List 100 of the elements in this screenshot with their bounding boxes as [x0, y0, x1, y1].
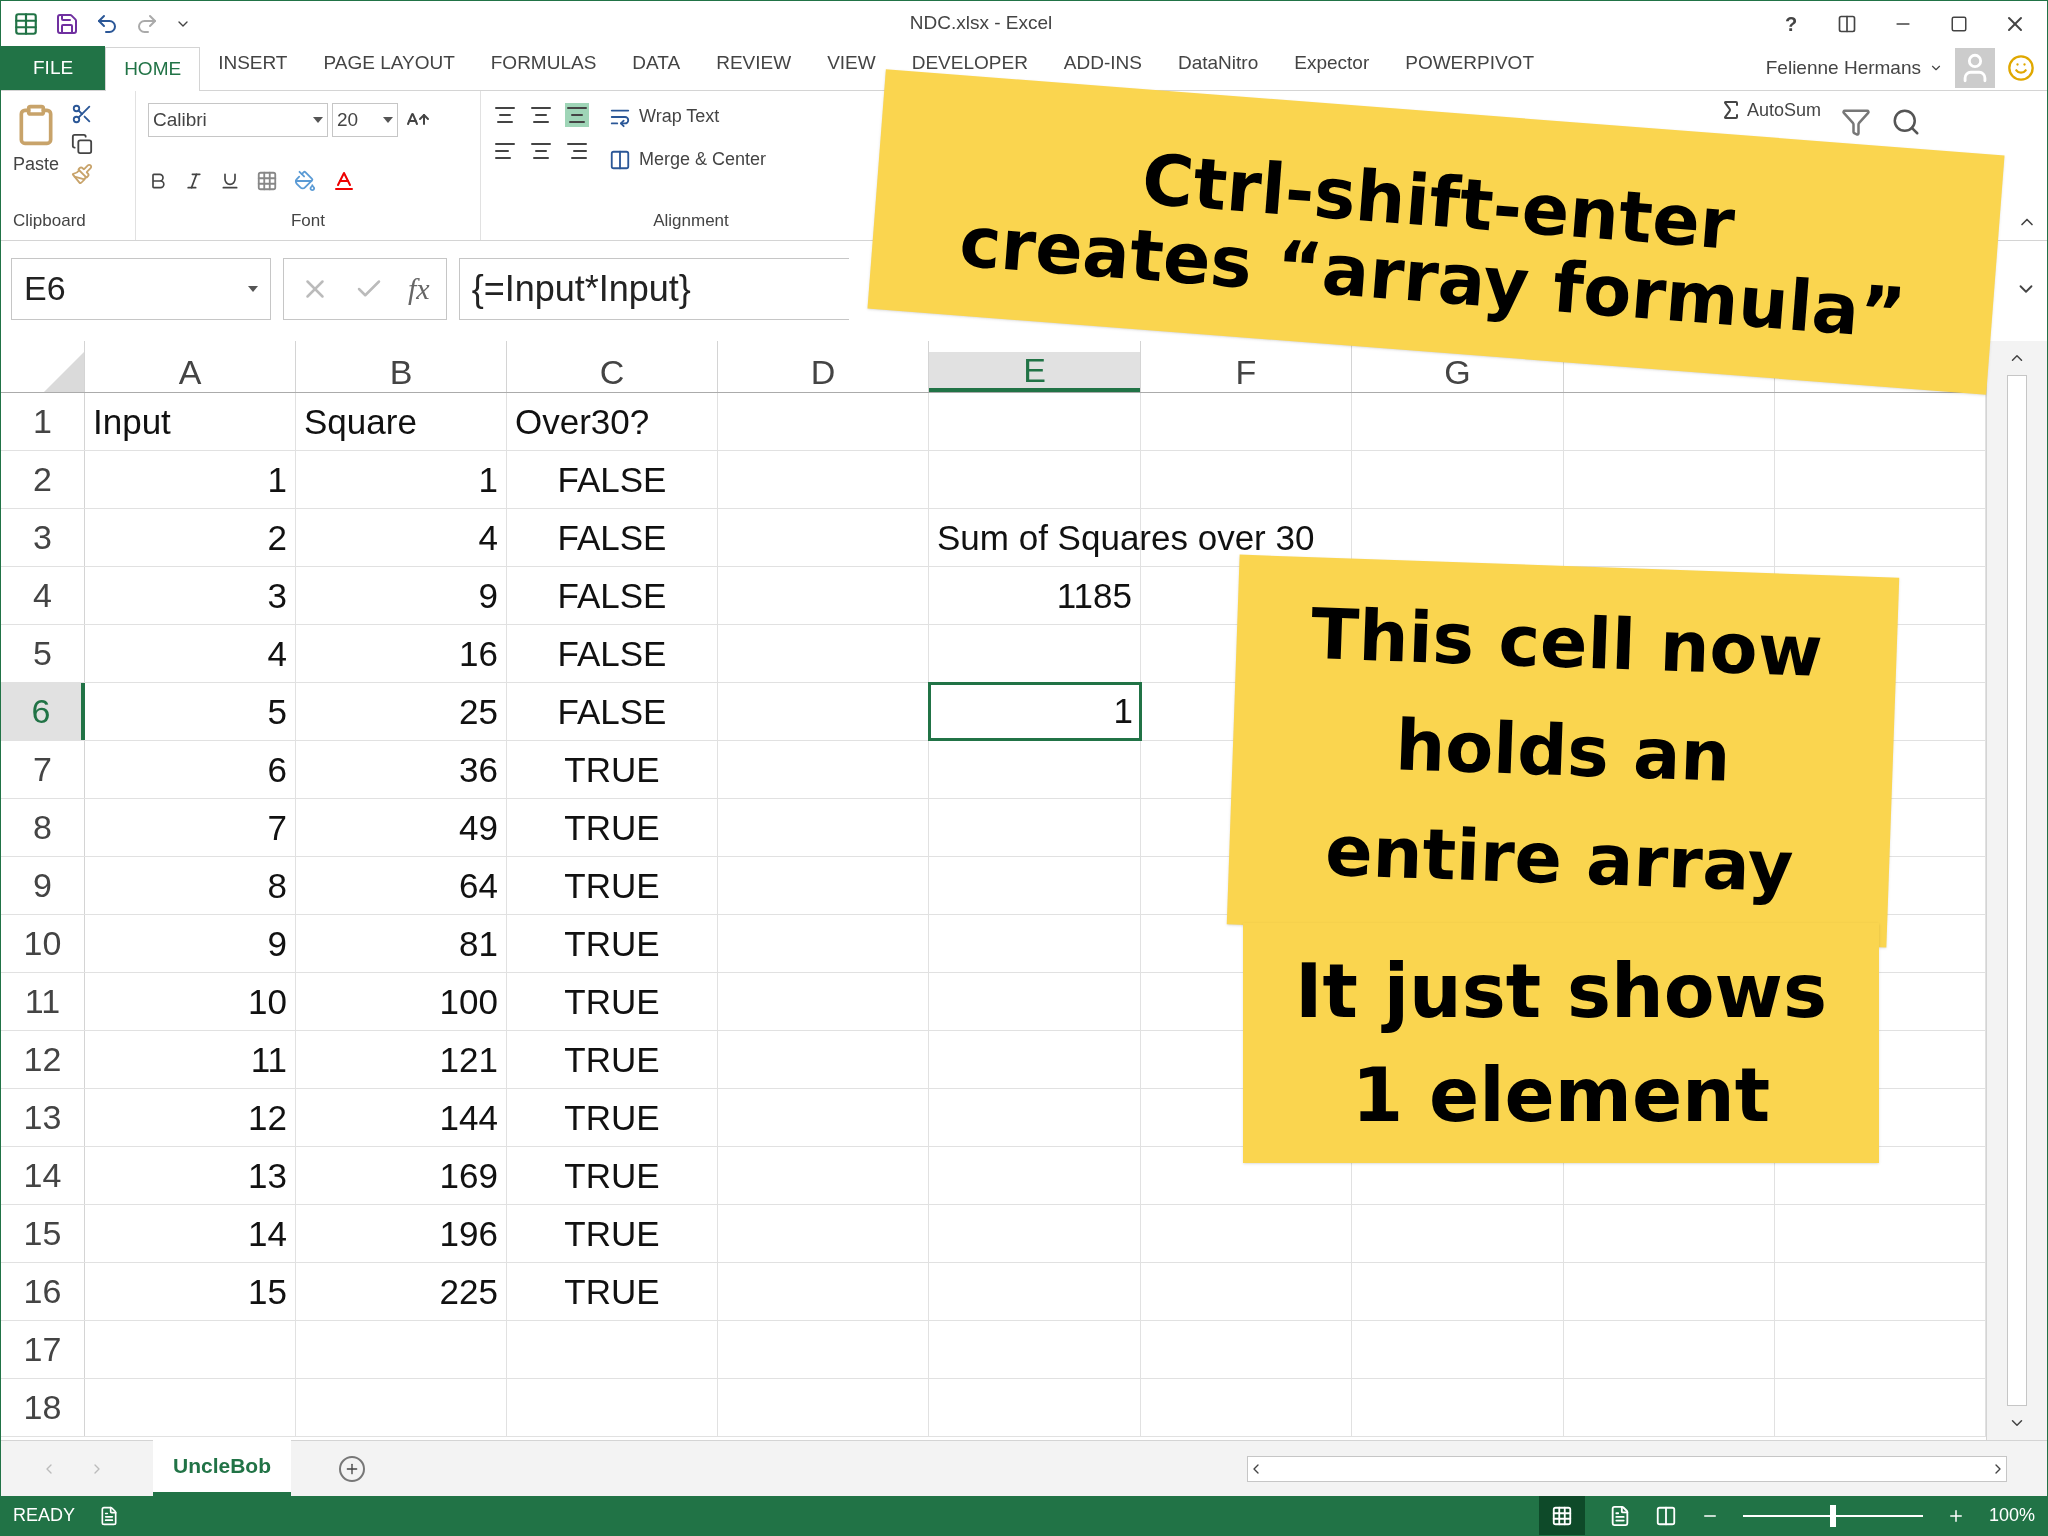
active-cell[interactable]: 1	[929, 683, 1141, 740]
column-header[interactable]: D	[718, 352, 928, 392]
column-header[interactable]: E	[929, 352, 1140, 392]
row-header[interactable]: 8	[1, 799, 85, 856]
table-cell: 36	[459, 748, 498, 791]
ribbon-tab[interactable]: DataNitro	[1178, 52, 1259, 74]
dropdown-caret-icon[interactable]	[248, 285, 258, 292]
row-header[interactable]: 10	[1, 915, 85, 972]
column-header[interactable]: F	[1141, 352, 1351, 392]
table-cell: TRUE	[564, 1038, 660, 1081]
window-title: NDC.xlsx - Excel	[909, 11, 1053, 36]
fill-color-icon[interactable]	[294, 169, 316, 192]
column-header[interactable]: A	[85, 352, 295, 392]
row-header[interactable]: 2	[1, 451, 85, 508]
table-cell: 16	[459, 632, 498, 675]
italic-icon[interactable]	[184, 170, 204, 191]
column-header[interactable]: C	[507, 352, 717, 392]
ribbon-tab[interactable]: PAGE LAYOUT	[323, 52, 455, 74]
table-cell: 25	[459, 690, 498, 733]
merge-center-button[interactable]: Merge & Center	[609, 146, 767, 173]
row-header[interactable]: 13	[1, 1089, 85, 1146]
save-icon[interactable]	[55, 11, 79, 36]
autosum-button[interactable]: AutoSum	[1719, 97, 1822, 123]
formula-field[interactable]: {=Input*Input}	[458, 257, 849, 320]
row-header[interactable]: 1	[1, 393, 85, 450]
font-size-field[interactable]: 20	[332, 103, 398, 137]
row-header[interactable]: 15	[1, 1205, 85, 1262]
borders-icon[interactable]	[256, 169, 278, 192]
ribbon-tab[interactable]: DATA	[632, 52, 681, 74]
table-cell: TRUE	[564, 1154, 660, 1197]
zoom-level[interactable]: 100%	[1988, 1502, 2035, 1529]
table-cell: 196	[439, 1212, 498, 1255]
table-cell: TRUE	[564, 1096, 660, 1139]
table-cell: 49	[459, 806, 498, 849]
table-cell: FALSE	[557, 458, 667, 501]
row-header[interactable]: 4	[1, 567, 85, 624]
row-header[interactable]: 5	[1, 625, 85, 682]
row-header[interactable]: 6	[1, 683, 85, 740]
table-cell: 5	[267, 690, 287, 733]
table-cell: Input	[93, 400, 171, 443]
spreadsheet-logo-icon[interactable]	[13, 10, 39, 37]
note-text: It just shows 1 element	[1295, 947, 1827, 1140]
copy-icon[interactable]	[71, 133, 94, 155]
ribbon-tab[interactable]: POWERPIVOT	[1405, 52, 1534, 74]
table-cell: 10	[248, 980, 287, 1023]
row-header[interactable]: 14	[1, 1147, 85, 1204]
sheet-tab[interactable]: UncleBob	[153, 1440, 291, 1496]
normal-view-icon[interactable]	[1538, 1496, 1585, 1535]
row-header[interactable]: 7	[1, 741, 85, 798]
row-header[interactable]: 9	[1, 857, 85, 914]
table-cell: TRUE	[564, 806, 660, 849]
table-cell: 1185	[1056, 574, 1132, 617]
row-header[interactable]: 11	[1, 973, 85, 1030]
ribbon-tab[interactable]: HOME	[105, 47, 201, 91]
user-name[interactable]: Felienne Hermans	[1765, 53, 1929, 83]
sort-filter-icon[interactable]	[1841, 107, 1872, 137]
row-header[interactable]: 17	[1, 1321, 85, 1378]
file-tab[interactable]: FILE	[1, 46, 106, 90]
zoom-slider-thumb[interactable]	[1829, 1504, 1836, 1527]
table-cell: 7	[267, 806, 287, 849]
ribbon-tab[interactable]: FORMULAS	[490, 52, 597, 74]
column-header[interactable]: B	[296, 352, 506, 392]
row-header[interactable]: 16	[1, 1263, 85, 1320]
table-cell: 121	[439, 1038, 498, 1081]
table-cell: FALSE	[557, 516, 667, 559]
insert-function-button[interactable]: fx	[408, 266, 430, 311]
table-cell: TRUE	[564, 864, 660, 907]
row-header[interactable]: 18	[1, 1379, 85, 1436]
scrollbar-thumb[interactable]	[2007, 375, 2027, 1406]
table-cell: Square	[304, 400, 417, 443]
font-name-field[interactable]: Calibri	[148, 103, 328, 137]
table-cell: TRUE	[564, 1212, 660, 1255]
note-text: This cell now holds an entire array	[1308, 592, 1825, 911]
name-box[interactable]: E6	[11, 257, 271, 320]
dropdown-caret-icon[interactable]	[383, 117, 393, 123]
align-bottom-icon[interactable]	[565, 103, 589, 127]
add-sheet-icon[interactable]	[339, 1455, 365, 1482]
horizontal-scrollbar[interactable]	[1247, 1455, 2007, 1482]
table-cell: 169	[439, 1154, 498, 1197]
wrap-text-button[interactable]: Wrap Text	[609, 103, 767, 130]
column-header[interactable]: G	[1352, 352, 1563, 392]
table-cell: 13	[248, 1154, 287, 1197]
ribbon-tab[interactable]: ADD-INS	[1063, 52, 1142, 74]
table-cell: 100	[439, 980, 498, 1023]
merge-icon	[609, 148, 631, 171]
paste-button[interactable]: Paste	[13, 103, 60, 178]
row-header[interactable]: 3	[1, 509, 85, 566]
ribbon-tab[interactable]: VIEW	[827, 52, 876, 74]
group-label: Clipboard	[13, 210, 87, 232]
vertical-scrollbar[interactable]	[1986, 341, 2047, 1440]
ribbon-tab[interactable]: Expector	[1294, 52, 1370, 74]
ribbon-tab[interactable]: REVIEW	[716, 52, 792, 74]
row-header[interactable]: 12	[1, 1031, 85, 1088]
ribbon-tab[interactable]: INSERT	[218, 52, 288, 74]
dropdown-caret-icon[interactable]	[313, 117, 323, 123]
help-button[interactable]: ?	[1771, 8, 1811, 39]
group-label: Alignment	[652, 210, 730, 232]
status-text: READY	[13, 1504, 75, 1527]
table-cell: 3	[267, 574, 287, 617]
ribbon-tab[interactable]: DEVELOPER	[911, 52, 1028, 74]
